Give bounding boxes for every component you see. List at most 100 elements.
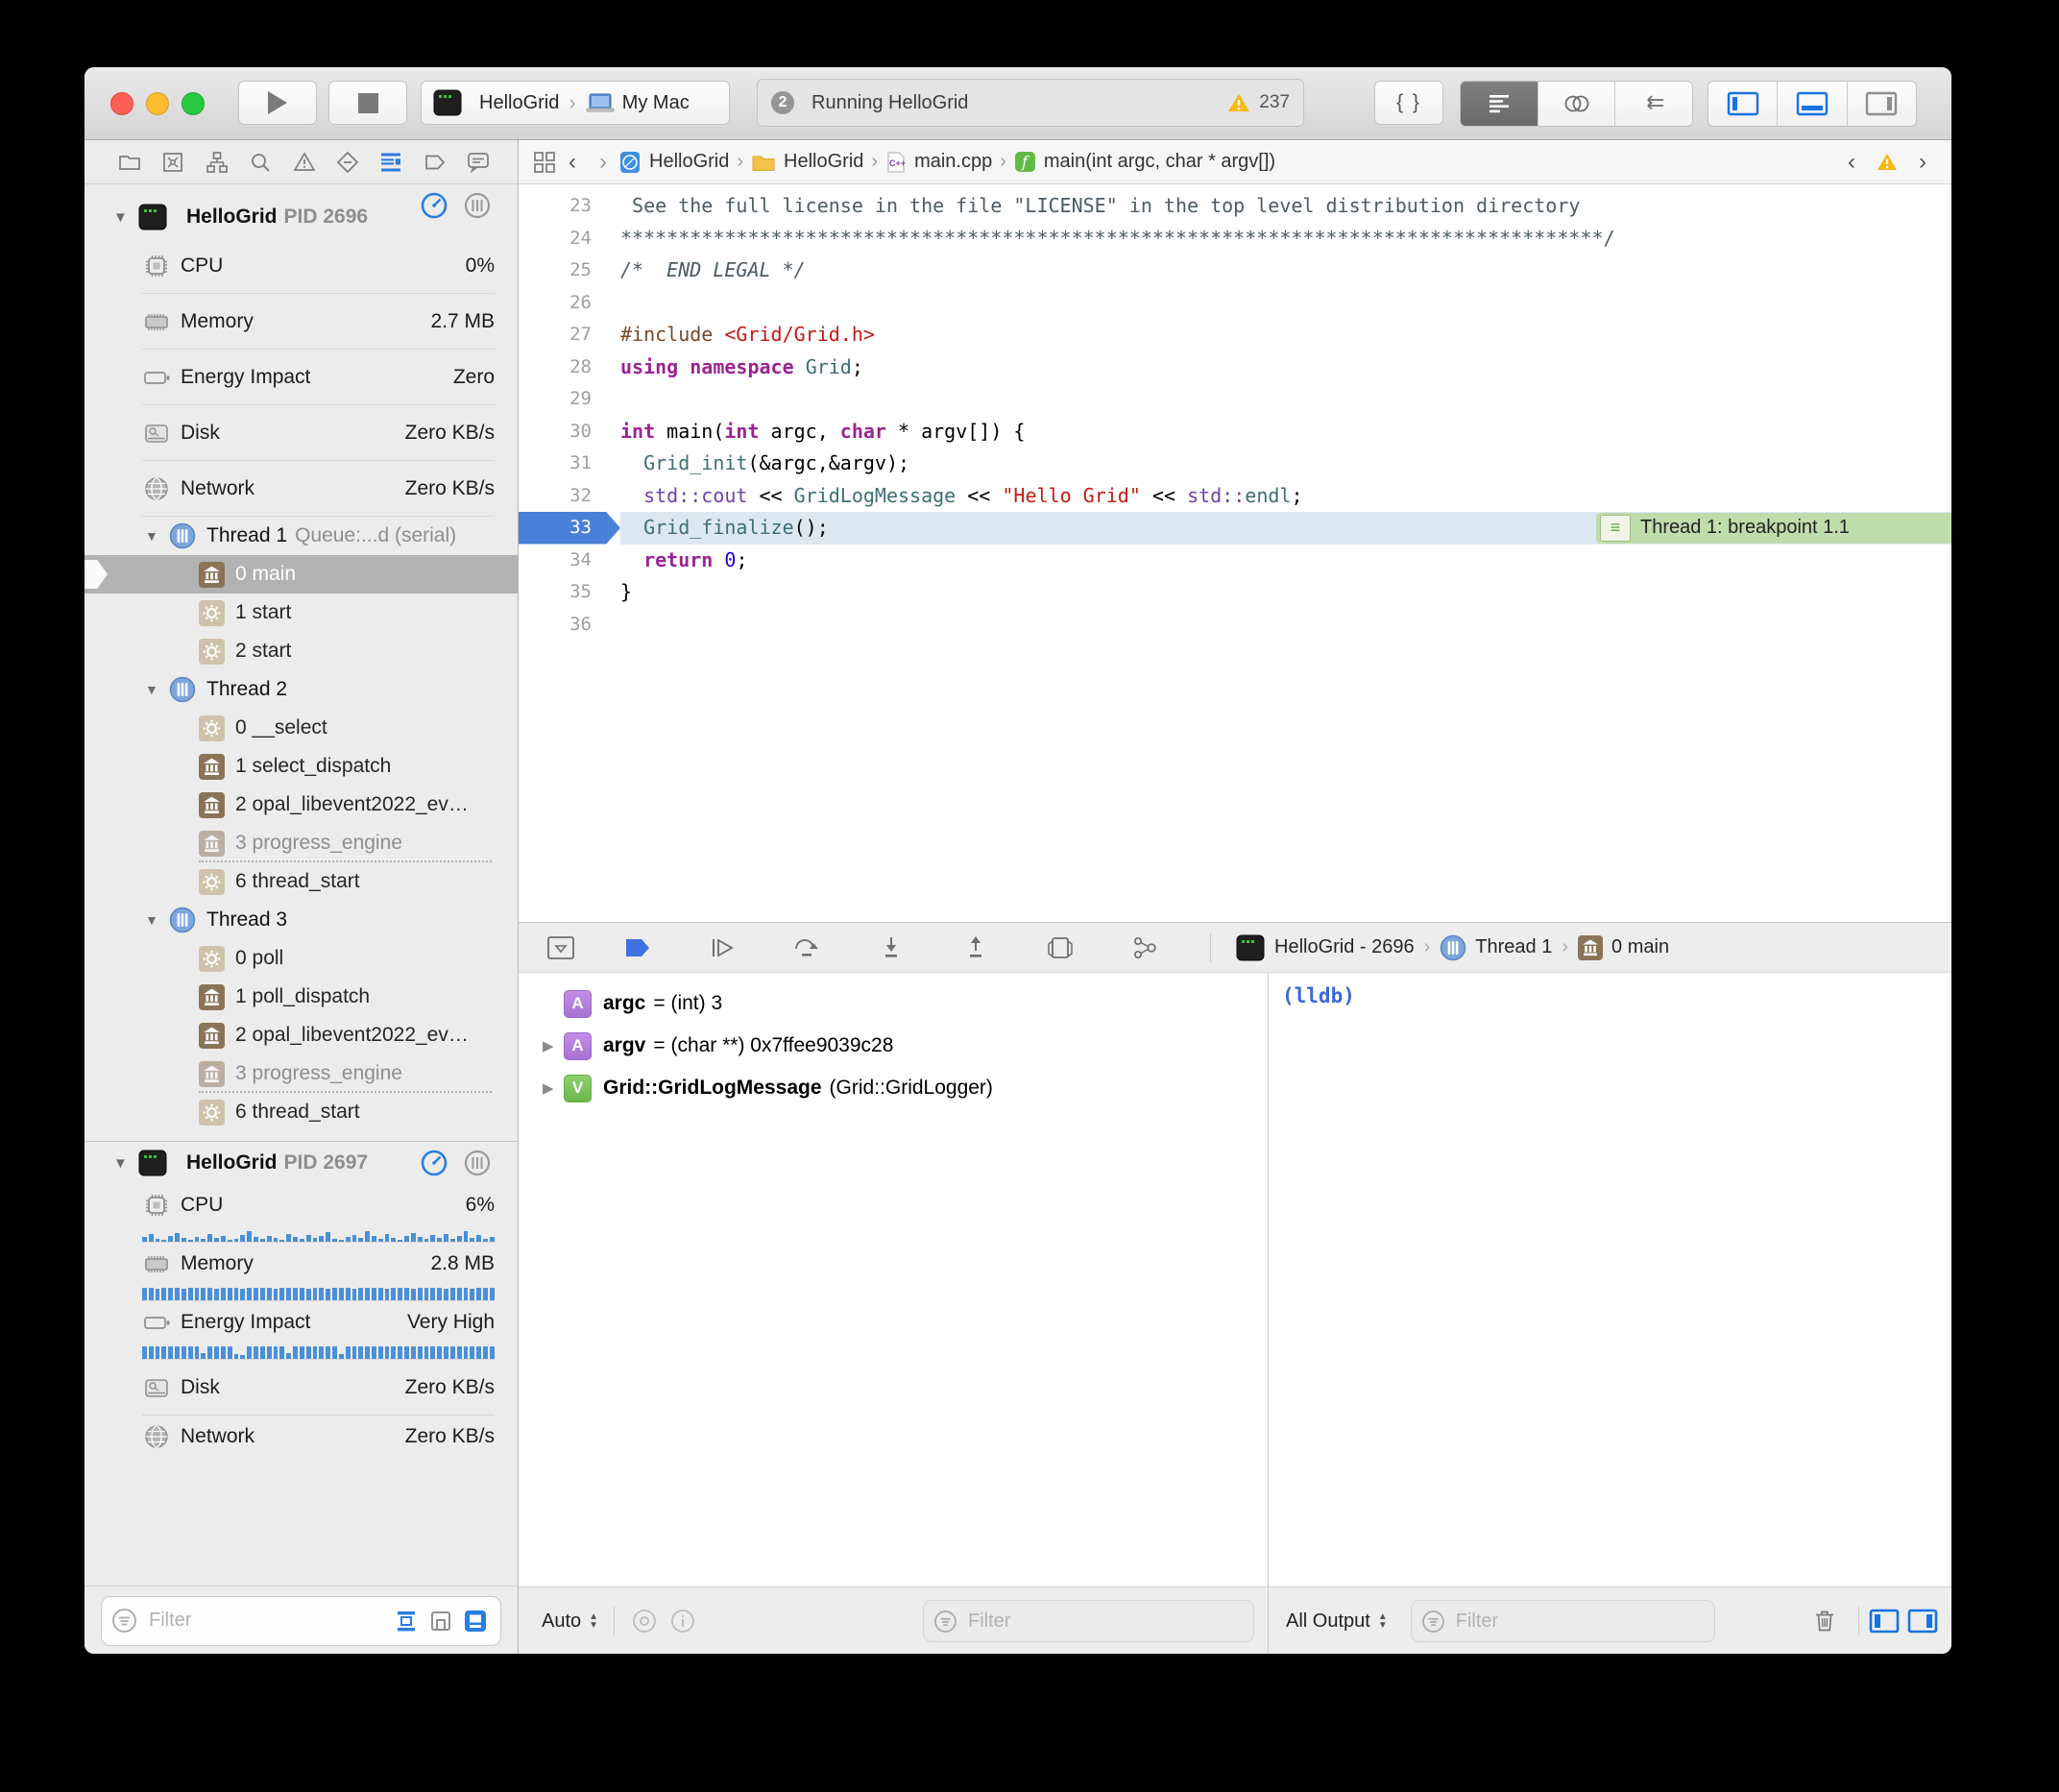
- version-editor-button[interactable]: [1615, 82, 1692, 126]
- quicklook-icon[interactable]: [630, 1607, 659, 1635]
- code-snippet-button[interactable]: { }: [1374, 81, 1443, 125]
- toggle-debug-area-button[interactable]: [1778, 82, 1847, 126]
- minimize-window-button[interactable]: [146, 92, 169, 115]
- line-number[interactable]: 33: [519, 512, 620, 545]
- toggle-variables-view-button[interactable]: [1869, 1609, 1900, 1634]
- gauge-row[interactable]: Network Zero KB/s: [85, 1416, 518, 1458]
- line-number[interactable]: 24: [519, 223, 620, 255]
- go-forward-button[interactable]: ›: [599, 149, 607, 176]
- toggle-console-view-button[interactable]: [1907, 1609, 1938, 1634]
- report-navigator-tab[interactable]: [464, 148, 493, 177]
- stack-frame-row[interactable]: 6 thread_start: [85, 1093, 518, 1131]
- view-columns-button[interactable]: [463, 191, 492, 220]
- jumpbar-symbol[interactable]: f main(int argc, char * argv[]): [1014, 151, 1275, 173]
- symbol-navigator-tab[interactable]: [203, 148, 231, 177]
- stack-frame-row[interactable]: 0 __select: [85, 709, 518, 747]
- breakpoints-toggle-button[interactable]: [618, 932, 657, 964]
- performance-gauge-button[interactable]: [420, 1149, 448, 1177]
- source-editor[interactable]: 23 See the full license in the file "LIC…: [519, 184, 1951, 922]
- memory-graph-button[interactable]: [1126, 932, 1164, 964]
- gauge-row[interactable]: Memory 2.7 MB: [85, 294, 518, 350]
- find-navigator-tab[interactable]: [246, 148, 275, 177]
- code-line[interactable]: 32 std::cout << GridLogMessage << "Hello…: [519, 480, 1951, 513]
- variables-scope-selector[interactable]: Auto ▲▼: [542, 1610, 598, 1633]
- trash-icon[interactable]: [1810, 1607, 1839, 1635]
- gauge-row[interactable]: Disk Zero KB/s: [85, 1360, 518, 1416]
- related-items-icon[interactable]: [532, 150, 557, 175]
- issue-navigator-tab[interactable]: [290, 148, 319, 177]
- continue-button[interactable]: [703, 932, 741, 964]
- activity-viewer[interactable]: 2 Running HelloGrid 237: [757, 79, 1304, 127]
- jumpbar-file[interactable]: C++ main.cpp: [885, 151, 992, 174]
- line-number[interactable]: 31: [519, 448, 620, 480]
- line-number[interactable]: 36: [519, 609, 620, 642]
- line-number[interactable]: 35: [519, 576, 620, 609]
- source-control-navigator-tab[interactable]: [158, 148, 187, 177]
- stack-frame-row[interactable]: 3 progress_engine: [85, 1054, 518, 1093]
- line-number[interactable]: 25: [519, 254, 620, 287]
- disclosure-triangle-icon[interactable]: ▼: [145, 528, 169, 544]
- code-line[interactable]: 35 } ≡: [519, 576, 1951, 609]
- variables-filter-field[interactable]: [923, 1600, 1254, 1642]
- variables-filter-input[interactable]: [966, 1610, 1244, 1634]
- code-line[interactable]: 26 ≡: [519, 287, 1951, 320]
- line-number[interactable]: 26: [519, 287, 620, 320]
- disclosure-triangle-icon[interactable]: ▼: [145, 912, 169, 928]
- filter-crashed-threads-button[interactable]: [425, 1606, 456, 1636]
- breadcrumb-frame[interactable]: 0 main: [1611, 936, 1669, 958]
- code-line[interactable]: 34 return 0; ≡: [519, 545, 1951, 577]
- standard-editor-button[interactable]: [1461, 82, 1538, 126]
- code-line[interactable]: 24 *************************************…: [519, 223, 1951, 255]
- stack-frame-row[interactable]: 3 progress_engine: [85, 824, 518, 862]
- line-number[interactable]: 27: [519, 319, 620, 351]
- gauge-row[interactable]: Energy Impact Zero: [85, 350, 518, 405]
- view-mode-button[interactable]: [460, 1606, 491, 1636]
- code-line[interactable]: 23 See the full license in the file "LIC…: [519, 190, 1951, 223]
- disclosure-triangle-icon[interactable]: ▼: [113, 209, 138, 226]
- jumpbar-group[interactable]: HelloGrid: [751, 151, 863, 173]
- view-columns-button[interactable]: [463, 1149, 492, 1177]
- gauge-row[interactable]: CPU 0%: [85, 238, 518, 294]
- previous-issue-button[interactable]: ‹: [1848, 149, 1855, 176]
- code-line[interactable]: 33 Grid_finalize(); ≡ Thread 1: breakpoi…: [519, 512, 1951, 545]
- disclosure-triangle-icon[interactable]: ▶: [543, 1037, 564, 1054]
- code-line[interactable]: 30 int main(int argc, char * argv[]) { ≡: [519, 416, 1951, 448]
- line-number[interactable]: 23: [519, 190, 620, 223]
- variable-row[interactable]: ▶ V Grid::GridLogMessage (Grid::GridLogg…: [519, 1067, 1268, 1109]
- debug-navigator-tab[interactable]: [376, 148, 405, 177]
- console-filter-field[interactable]: [1411, 1600, 1715, 1642]
- breakpoint-annotation[interactable]: ≡ Thread 1: breakpoint 1.1: [1596, 513, 1951, 544]
- code-line[interactable]: 29 ≡: [519, 383, 1951, 416]
- run-button[interactable]: [238, 81, 317, 125]
- process-row[interactable]: ▼ HelloGrid PID 2697: [85, 1142, 518, 1184]
- gauge-row[interactable]: Memory 2.8 MB: [85, 1243, 518, 1285]
- assistant-editor-button[interactable]: [1538, 82, 1616, 126]
- toggle-navigator-button[interactable]: [1708, 82, 1778, 126]
- stop-button[interactable]: [328, 81, 407, 125]
- gauge-row[interactable]: CPU 6%: [85, 1184, 518, 1226]
- disclosure-triangle-icon[interactable]: ▼: [145, 682, 169, 697]
- step-out-button[interactable]: [957, 932, 995, 964]
- variable-row[interactable]: ▶ A argc = (int) 3: [519, 982, 1268, 1025]
- warning-count[interactable]: 237: [1259, 92, 1290, 113]
- debug-view-hierarchy-button[interactable]: [1041, 932, 1079, 964]
- console-output-selector[interactable]: All Output ▲▼: [1286, 1610, 1388, 1633]
- breadcrumb-thread[interactable]: Thread 1: [1475, 936, 1552, 958]
- navigator-filter-input[interactable]: [147, 1609, 387, 1633]
- gauge-row[interactable]: Disk Zero KB/s: [85, 405, 518, 461]
- go-back-button[interactable]: ‹: [569, 149, 576, 176]
- scheme-selector[interactable]: HelloGrid › My Mac: [421, 81, 730, 125]
- code-line[interactable]: 28 using namespace Grid; ≡: [519, 351, 1951, 384]
- line-number[interactable]: 30: [519, 416, 620, 448]
- gauge-row[interactable]: Network Zero KB/s: [85, 461, 518, 517]
- breakpoint-navigator-tab[interactable]: [421, 148, 449, 177]
- gauge-row[interactable]: Energy Impact Very High: [85, 1301, 518, 1344]
- process-row[interactable]: ▼ HelloGrid PID 2696: [85, 184, 518, 238]
- stack-frame-row[interactable]: 2 start: [85, 632, 518, 670]
- next-issue-button[interactable]: ›: [1919, 149, 1926, 176]
- navigator-filter-field[interactable]: [101, 1596, 501, 1646]
- code-line[interactable]: 27 #include <Grid/Grid.h> ≡: [519, 319, 1951, 351]
- warning-icon[interactable]: [1877, 153, 1898, 172]
- disclosure-triangle-icon[interactable]: ▼: [113, 1155, 138, 1172]
- stack-frame-row[interactable]: 1 start: [85, 593, 518, 632]
